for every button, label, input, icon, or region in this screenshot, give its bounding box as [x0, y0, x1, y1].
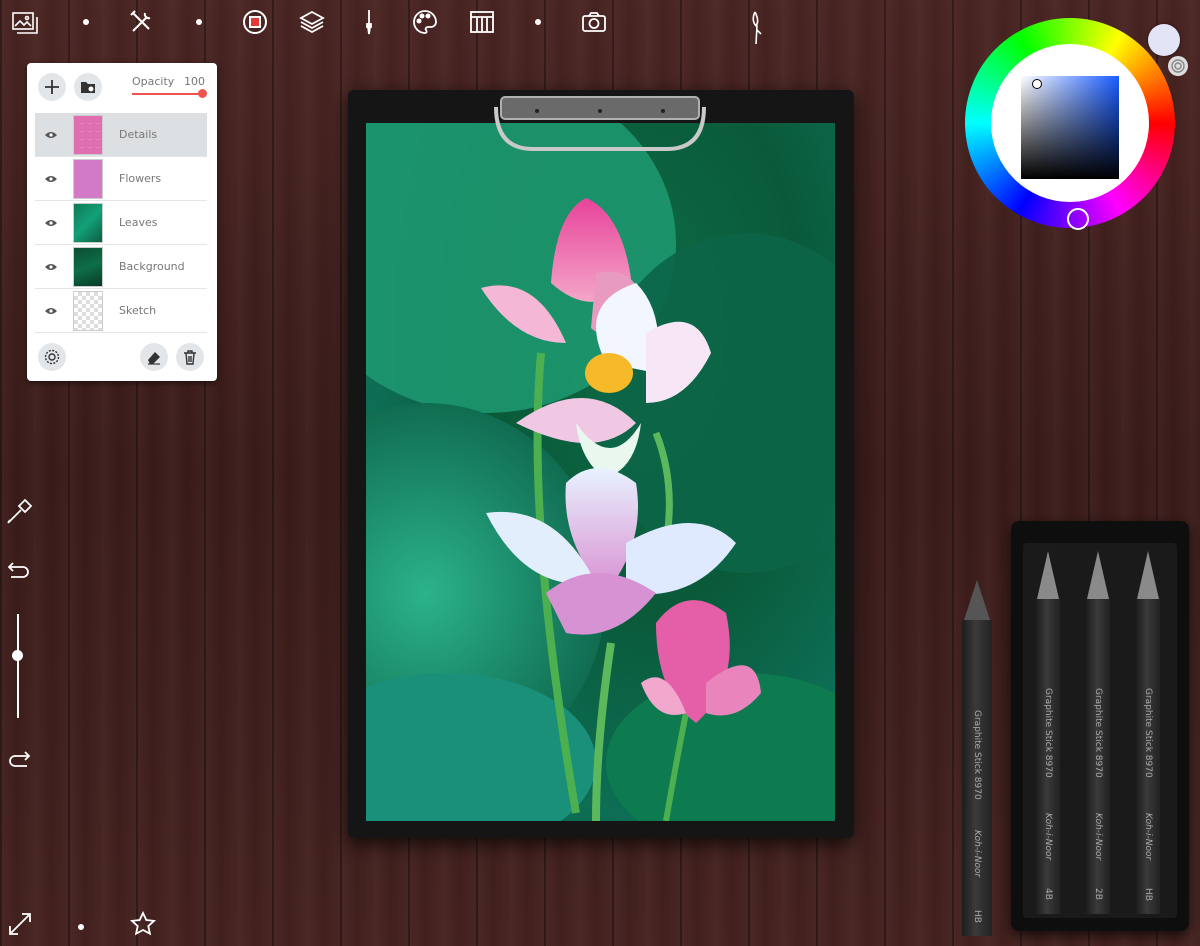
target-icon	[1171, 59, 1185, 73]
toolbar-separator	[78, 924, 84, 930]
small-pink-lotus	[641, 600, 761, 723]
layer-name: Sketch	[119, 304, 157, 317]
gallery-icon	[12, 12, 38, 34]
loose-pencil-tip	[964, 580, 990, 620]
layer-name: Leaves	[119, 216, 158, 229]
add-layer-button[interactable]	[38, 73, 66, 101]
reference-icon	[470, 11, 494, 33]
opacity-label: Opacity	[132, 75, 175, 88]
expand-icon	[9, 913, 31, 935]
tray-pencil-grade: HB	[1143, 888, 1153, 901]
gear-icon	[44, 349, 60, 365]
eye-icon[interactable]	[45, 175, 57, 183]
tray-pencil-brand: Koh-i-Noor	[1093, 813, 1103, 861]
brush-icon	[366, 10, 372, 35]
layer-thumbnail	[73, 246, 103, 287]
favorites-button[interactable]	[129, 910, 157, 942]
opacity-slider[interactable]	[132, 93, 204, 95]
add-folder-button[interactable]	[74, 73, 102, 101]
layer-row[interactable]: Background	[35, 245, 207, 289]
tools-icon	[130, 10, 151, 32]
camera-button[interactable]	[576, 4, 612, 40]
redo-button[interactable]	[5, 746, 33, 778]
palette-icon	[413, 10, 437, 34]
toolbar-separator	[83, 19, 89, 25]
loose-pencil-brand: Koh-i-Noor	[972, 830, 982, 878]
layer-name: Background	[119, 260, 185, 273]
opacity-slider-thumb[interactable]	[198, 89, 207, 98]
brush-button[interactable]	[351, 4, 387, 40]
layer-thumbnail	[73, 202, 103, 243]
toolbar-separator	[535, 19, 541, 25]
redo-icon	[9, 751, 31, 767]
saturation-value-square[interactable]	[1021, 76, 1119, 179]
layer-thumbnail	[73, 158, 103, 199]
drawing-canvas[interactable]	[366, 123, 835, 821]
folder-add-icon	[81, 82, 95, 93]
layers-panel: Opacity 100 Details Flowers Leaves Backgrou…	[27, 63, 217, 381]
lotus-painting	[366, 123, 835, 821]
color-picker-marker[interactable]	[1032, 79, 1042, 89]
loose-pencil-grade: HB	[972, 910, 982, 923]
star-icon	[129, 910, 157, 936]
gallery-button[interactable]	[6, 4, 42, 40]
brush-settings-button[interactable]	[237, 4, 273, 40]
layers-icon	[299, 10, 325, 34]
clipboard-clip	[494, 96, 706, 151]
tray-pencil[interactable]: Graphite Stick 8970 Koh-i-Noor HB	[1136, 598, 1160, 914]
eye-icon[interactable]	[45, 307, 57, 315]
layer-name: Details	[119, 128, 158, 141]
delete-layer-button[interactable]	[176, 343, 204, 371]
undo-button[interactable]	[5, 557, 33, 589]
layer-row[interactable]: Flowers	[35, 157, 207, 201]
brush-settings-icon	[243, 10, 267, 34]
layer-row[interactable]: Sketch	[35, 289, 207, 333]
brush-size-thumb[interactable]	[12, 650, 23, 661]
layers-button[interactable]	[294, 4, 330, 40]
tray-pencil-grade: 4B	[1043, 888, 1053, 900]
toolbar-separator	[196, 19, 202, 25]
tray-pencil-grade: 2B	[1093, 888, 1103, 900]
brush-size-slider[interactable]	[17, 614, 19, 718]
tray-pencil-label: Graphite Stick 8970	[1143, 688, 1153, 778]
current-color-swatch[interactable]	[1148, 24, 1180, 56]
trash-icon	[184, 350, 196, 365]
undo-icon	[7, 562, 29, 578]
tools-button[interactable]	[124, 4, 160, 40]
layer-row[interactable]: Details	[35, 113, 207, 157]
pen-button[interactable]	[740, 10, 776, 46]
eraser-icon	[148, 352, 160, 365]
tray-pencil-label: Graphite Stick 8970	[1093, 688, 1103, 778]
layer-thumbnail	[73, 114, 103, 155]
fullscreen-button[interactable]	[6, 910, 34, 942]
layer-settings-button[interactable]	[38, 343, 66, 371]
color-settings-button[interactable]	[1168, 56, 1188, 76]
tray-pencil-tip	[1087, 551, 1109, 599]
eyedropper-icon	[7, 498, 33, 524]
tray-pencil-brand: Koh-i-Noor	[1143, 813, 1153, 861]
tray-pencil-tip	[1037, 551, 1059, 599]
tray-pencil-brand: Koh-i-Noor	[1043, 813, 1053, 861]
plus-icon	[45, 80, 59, 94]
palette-button[interactable]	[407, 4, 443, 40]
eyedropper-button[interactable]	[5, 498, 33, 530]
eye-icon[interactable]	[45, 219, 57, 227]
eye-icon[interactable]	[45, 263, 57, 271]
layer-name: Flowers	[119, 172, 162, 185]
layer-thumbnail	[73, 290, 103, 331]
clear-layer-button[interactable]	[140, 343, 168, 371]
loose-pencil-label: Graphite Stick 8970	[972, 710, 982, 800]
tray-pencil-label: Graphite Stick 8970	[1043, 688, 1053, 778]
tray-pencil[interactable]: Graphite Stick 8970 Koh-i-Noor 2B	[1086, 598, 1110, 914]
reference-button[interactable]	[464, 4, 500, 40]
layer-row[interactable]: Leaves	[35, 201, 207, 245]
hue-marker[interactable]	[1067, 208, 1089, 230]
tray-pencil[interactable]: Graphite Stick 8970 Koh-i-Noor 4B	[1036, 598, 1060, 914]
opacity-value: 100	[184, 75, 205, 88]
eye-icon[interactable]	[45, 131, 57, 139]
loose-pencil[interactable]: Graphite Stick 8970 Koh-i-Noor HB	[962, 620, 992, 936]
tray-pencil-tip	[1137, 551, 1159, 599]
pen-icon	[752, 11, 762, 45]
camera-icon	[582, 12, 606, 32]
